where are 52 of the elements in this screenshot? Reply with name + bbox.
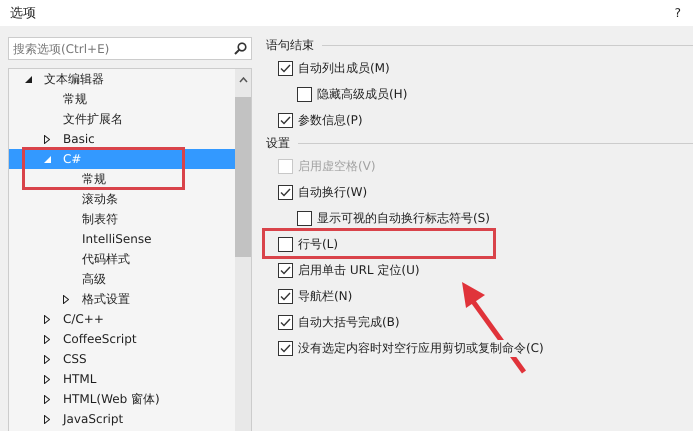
help-button[interactable]: ?: [674, 6, 681, 20]
tree-item[interactable]: 文本编辑器: [9, 69, 235, 89]
collapsed-caret-icon[interactable]: [44, 134, 50, 144]
window-title: 选项: [10, 5, 36, 22]
check-icon: [280, 116, 291, 124]
collapsed-caret-icon[interactable]: [44, 394, 50, 404]
tree-item[interactable]: 滚动条: [9, 189, 235, 209]
tree-item[interactable]: CSS: [9, 349, 235, 369]
tree-item[interactable]: JavaScript: [9, 409, 235, 429]
collapsed-caret-icon[interactable]: [44, 314, 50, 324]
check-icon: [280, 344, 291, 352]
collapsed-caret-icon[interactable]: [63, 294, 69, 304]
collapsed-caret-icon[interactable]: [44, 374, 50, 384]
check-icon: [280, 266, 291, 274]
tree-item[interactable]: Basic: [9, 129, 235, 149]
tree-item[interactable]: 常规: [9, 169, 235, 189]
checkbox-option[interactable]: 自动大括号完成(B): [266, 309, 693, 335]
collapsed-caret-icon[interactable]: [44, 334, 50, 344]
checkbox-option[interactable]: 启用单击 URL 定位(U): [266, 257, 693, 283]
tree-item[interactable]: 制表符: [9, 209, 235, 229]
collapsed-caret-icon[interactable]: [44, 354, 50, 364]
tree-item[interactable]: 代码样式: [9, 249, 235, 269]
search-icon[interactable]: [234, 42, 247, 55]
section-title: 设置: [266, 134, 290, 152]
check-icon: [280, 292, 291, 300]
checkbox-option[interactable]: 导航栏(N): [266, 283, 693, 309]
scrollbar-thumb[interactable]: [235, 97, 251, 257]
scroll-up-icon[interactable]: [238, 77, 248, 83]
collapsed-caret-icon[interactable]: [44, 414, 50, 424]
checkbox-option[interactable]: 显示可视的自动换行标志符号(S): [266, 205, 693, 231]
scrollbar[interactable]: [235, 69, 251, 431]
tree-item[interactable]: C/C++: [9, 309, 235, 329]
tree-item[interactable]: 格式设置: [9, 289, 235, 309]
tree-item[interactable]: HTML: [9, 369, 235, 389]
checkbox-option[interactable]: 没有选定内容时对空行应用剪切或复制命令(C): [266, 335, 693, 361]
checkbox-option[interactable]: 自动列出成员(M): [266, 55, 693, 81]
check-icon: [280, 64, 291, 72]
check-icon: [280, 318, 291, 326]
tree-item[interactable]: 常规: [9, 89, 235, 109]
section-title: 语句结束: [266, 36, 314, 54]
checkbox-option[interactable]: 自动换行(W): [266, 179, 693, 205]
search-field[interactable]: 搜索选项(Ctrl+E): [8, 37, 252, 60]
checkbox-option[interactable]: 隐藏高级成员(H): [266, 81, 693, 107]
tree-item[interactable]: 高级: [9, 269, 235, 289]
check-icon: [280, 188, 291, 196]
tree-item[interactable]: 文件扩展名: [9, 109, 235, 129]
expanded-caret-icon[interactable]: [25, 76, 32, 82]
tree-item[interactable]: IntelliSense: [9, 229, 235, 249]
tree-item[interactable]: CoffeeScript: [9, 329, 235, 349]
checkbox-option[interactable]: 行号(L): [266, 231, 693, 257]
tree-item[interactable]: HTML(Web 窗体): [9, 389, 235, 409]
checkbox-option[interactable]: 参数信息(P): [266, 107, 693, 133]
